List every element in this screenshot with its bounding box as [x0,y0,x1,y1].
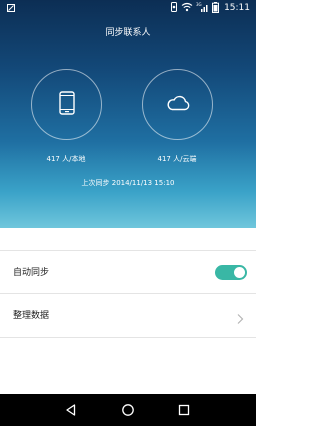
auto-sync-label: 自动同步 [13,268,50,278]
sync-status-icon [170,2,178,15]
cloud-contact-count: 417 人/云端 [157,155,197,163]
recent-apps-icon[interactable] [176,402,192,418]
cloud-icon [166,95,190,115]
auto-sync-toggle[interactable] [215,265,247,280]
screenshot-icon [7,4,15,12]
settings-list: 自动同步 整理数据 [0,228,256,388]
status-bar: 3G 15:11 [0,0,256,17]
chevron-right-icon [236,310,244,324]
phone-icon [58,90,75,119]
sync-contacts-screen: 3G 15:11 同步联系人 417 人/本地 417 人/云端 上次同步 20… [0,0,256,426]
page-title: 同步联系人 [105,28,151,38]
network-type-label: 3G [196,2,202,7]
last-sync-time: 上次同步 2014/11/13 15:10 [81,179,175,187]
navigation-bar [0,394,256,426]
toggle-knob [234,267,245,278]
wifi-icon [181,2,193,15]
signal-icon: 3G [196,2,209,15]
local-contacts-circle[interactable] [31,69,102,140]
battery-icon [212,1,220,16]
auto-sync-row[interactable]: 自动同步 [0,250,256,294]
home-icon[interactable] [120,402,136,418]
back-icon[interactable] [63,402,79,418]
status-icons: 3G 15:11 [170,1,250,16]
local-contact-count: 417 人/本地 [46,155,86,163]
organize-data-label: 整理数据 [13,311,50,321]
organize-data-row[interactable]: 整理数据 [0,294,256,338]
sync-header-panel: 3G 15:11 同步联系人 417 人/本地 417 人/云端 上次同步 20… [0,0,256,228]
status-time: 15:11 [224,3,250,13]
cloud-contacts-circle[interactable] [142,69,213,140]
